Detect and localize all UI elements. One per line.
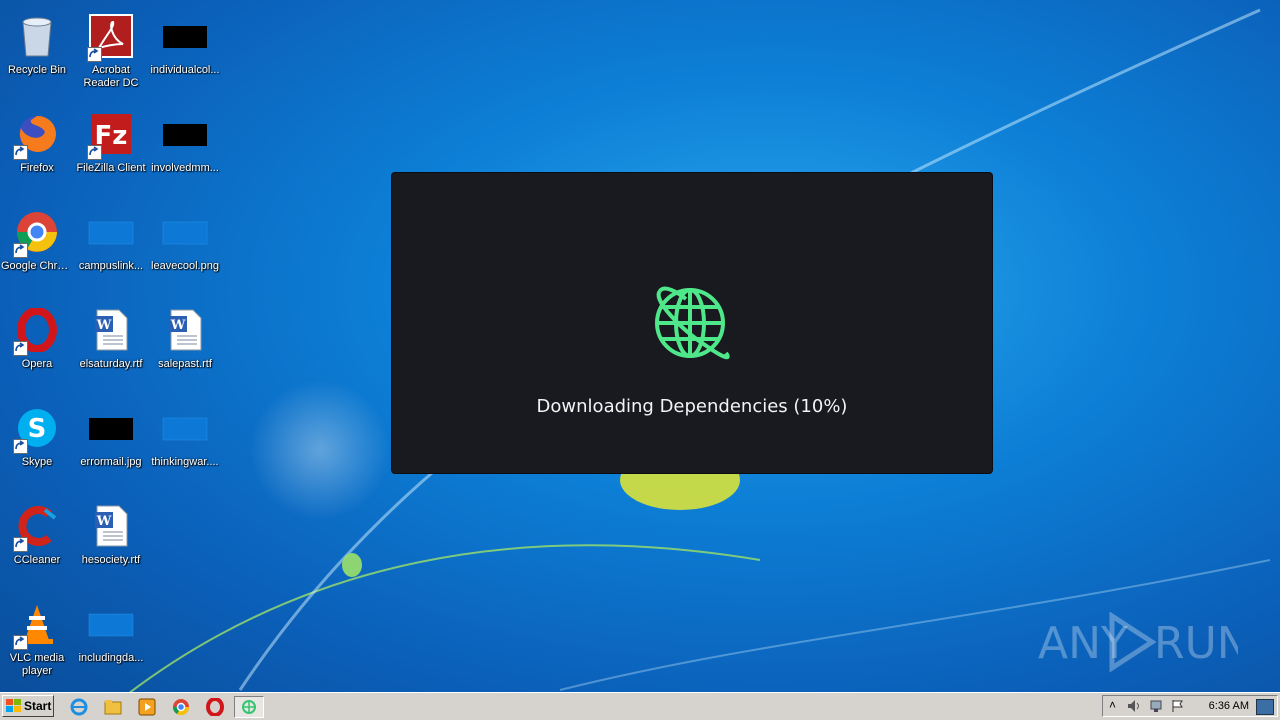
anyrun-watermark: ANY RUN <box>1038 612 1238 672</box>
active-app-icon[interactable] <box>234 696 264 718</box>
start-label: Start <box>24 699 52 713</box>
desktop-icon-label: Acrobat Reader DC <box>83 64 139 89</box>
desktop-icon-label: VLC media player <box>9 652 65 677</box>
desktop-icon-label: CCleaner <box>13 554 61 566</box>
desktop-icon-label: Google Chrome <box>1 260 74 272</box>
opera-icon[interactable] <box>204 696 226 718</box>
desktop-icon-opera[interactable]: Opera <box>0 304 74 396</box>
network-icon[interactable] <box>1149 699 1165 713</box>
action-center-flag-icon[interactable] <box>1171 699 1185 713</box>
shortcut-arrow-icon <box>13 635 28 650</box>
svg-text:W: W <box>96 318 112 333</box>
svg-text:W: W <box>96 514 112 529</box>
chrome-icon[interactable] <box>170 696 192 718</box>
firefox-icon <box>13 112 61 160</box>
leavecool-file-icon <box>161 210 209 258</box>
desktop-icon-label: Firefox <box>20 162 54 174</box>
opera-icon <box>13 307 61 356</box>
watermark-text-any: ANY <box>1038 618 1128 669</box>
ccleaner-icon <box>13 504 61 552</box>
desktop-icon-label: involvedmm... <box>151 162 219 174</box>
svg-text:S: S <box>28 414 47 444</box>
shortcut-arrow-icon <box>13 145 28 160</box>
show-hidden-icons-icon[interactable]: ˄ <box>1109 698 1116 712</box>
desktop-icon-ccleaner[interactable]: CCleaner <box>0 500 74 592</box>
desktop-icon-chrome[interactable]: Google Chrome <box>0 206 74 298</box>
windows-logo-icon <box>6 699 21 712</box>
shortcut-arrow-icon <box>13 243 28 258</box>
desktop-icon-label: Skype <box>21 456 53 468</box>
system-tray: ˄ 6:36 AM <box>1102 695 1278 717</box>
involvedmm-file-icon <box>161 112 209 160</box>
desktop-icon-errormail-file[interactable]: errormail.jpg <box>74 402 148 494</box>
acrobat-reader-icon <box>87 14 135 62</box>
explorer-icon[interactable] <box>102 696 124 718</box>
thinkingwar-file-icon <box>161 406 209 454</box>
desktop-icon-label: campuslink... <box>78 260 144 272</box>
errormail-file-icon <box>87 406 135 454</box>
desktop-icon-label: errormail.jpg <box>80 456 142 468</box>
loader-dialog: Downloading Dependencies (10%) <box>392 173 992 473</box>
shortcut-arrow-icon <box>13 439 28 454</box>
desktop-icon-includingda-file[interactable]: includingda... <box>74 598 148 690</box>
desktop-icon-label: includingda... <box>78 652 144 664</box>
desktop-icon-label: thinkingwar.... <box>151 456 219 468</box>
desktop-icon-thinkingwar-file[interactable]: thinkingwar.... <box>148 402 222 494</box>
desktop-icon-recycle-bin[interactable]: Recycle Bin <box>0 10 74 102</box>
vlc-icon <box>13 602 61 650</box>
desktop-icon-label: FileZilla Client <box>76 162 146 174</box>
svg-text:W: W <box>170 318 186 333</box>
filezilla-icon: Fz <box>87 112 135 160</box>
desktop-icon-campuslink-file[interactable]: campuslink... <box>74 206 148 298</box>
desktop-icon-label: salepast.rtf <box>158 358 212 370</box>
start-button[interactable]: Start <box>2 695 54 717</box>
desktop-icon-label: Recycle Bin <box>7 64 67 76</box>
recycle-bin-icon <box>13 14 61 62</box>
desktop-icon-label: elsaturday.rtf <box>79 358 143 370</box>
desktop-icon-vlc[interactable]: VLC media player <box>0 598 74 690</box>
desktop-icon-leavecool-file[interactable]: leavecool.png <box>148 206 222 298</box>
shortcut-arrow-icon <box>13 537 28 552</box>
skype-icon: S <box>13 406 61 454</box>
desktop-icon-individualcol-file[interactable]: individualcol... <box>148 10 222 102</box>
salepast-file-icon: W <box>161 308 209 356</box>
globe-icon <box>655 286 730 360</box>
shortcut-arrow-icon <box>87 145 102 160</box>
desktop-icon-label: leavecool.png <box>151 260 219 272</box>
show-desktop-icon[interactable] <box>1256 699 1274 715</box>
desktop-icon-firefox[interactable]: Firefox <box>0 108 74 200</box>
watermark-text-run: RUN <box>1154 618 1238 669</box>
campuslink-file-icon <box>87 210 135 258</box>
desktop-icon-label: Opera <box>21 358 53 370</box>
desktop-icon-label: individualcol... <box>150 64 220 76</box>
desktop-icon-skype[interactable]: S Skype <box>0 402 74 494</box>
download-status-text: Downloading Dependencies (10%) <box>536 396 848 417</box>
volume-icon[interactable] <box>1127 699 1143 713</box>
individualcol-file-icon <box>161 14 209 62</box>
clock[interactable]: 6:36 AM <box>1209 700 1249 712</box>
shortcut-arrow-icon <box>13 341 28 356</box>
ie-icon[interactable] <box>68 696 90 718</box>
includingda-file-icon <box>87 602 135 650</box>
chrome-icon <box>13 210 61 258</box>
hesociety-file-icon: W <box>87 504 135 552</box>
desktop-icon-elsaturday-file[interactable]: Welsaturday.rtf <box>74 304 148 396</box>
desktop-icon-acrobat-reader[interactable]: Acrobat Reader DC <box>74 10 148 102</box>
elsaturday-file-icon: W <box>87 308 135 356</box>
taskbar: Start ˄ 6:36 AM <box>0 692 1280 720</box>
shortcut-arrow-icon <box>87 47 102 62</box>
desktop-icon-salepast-file[interactable]: Wsalepast.rtf <box>148 304 222 396</box>
desktop-icon-involvedmm-file[interactable]: involvedmm... <box>148 108 222 200</box>
desktop-icon-filezilla[interactable]: Fz FileZilla Client <box>74 108 148 200</box>
desktop-icon-hesociety-file[interactable]: Whesociety.rtf <box>74 500 148 592</box>
desktop-icon-label: hesociety.rtf <box>81 554 141 566</box>
media-player-icon[interactable] <box>136 696 158 718</box>
